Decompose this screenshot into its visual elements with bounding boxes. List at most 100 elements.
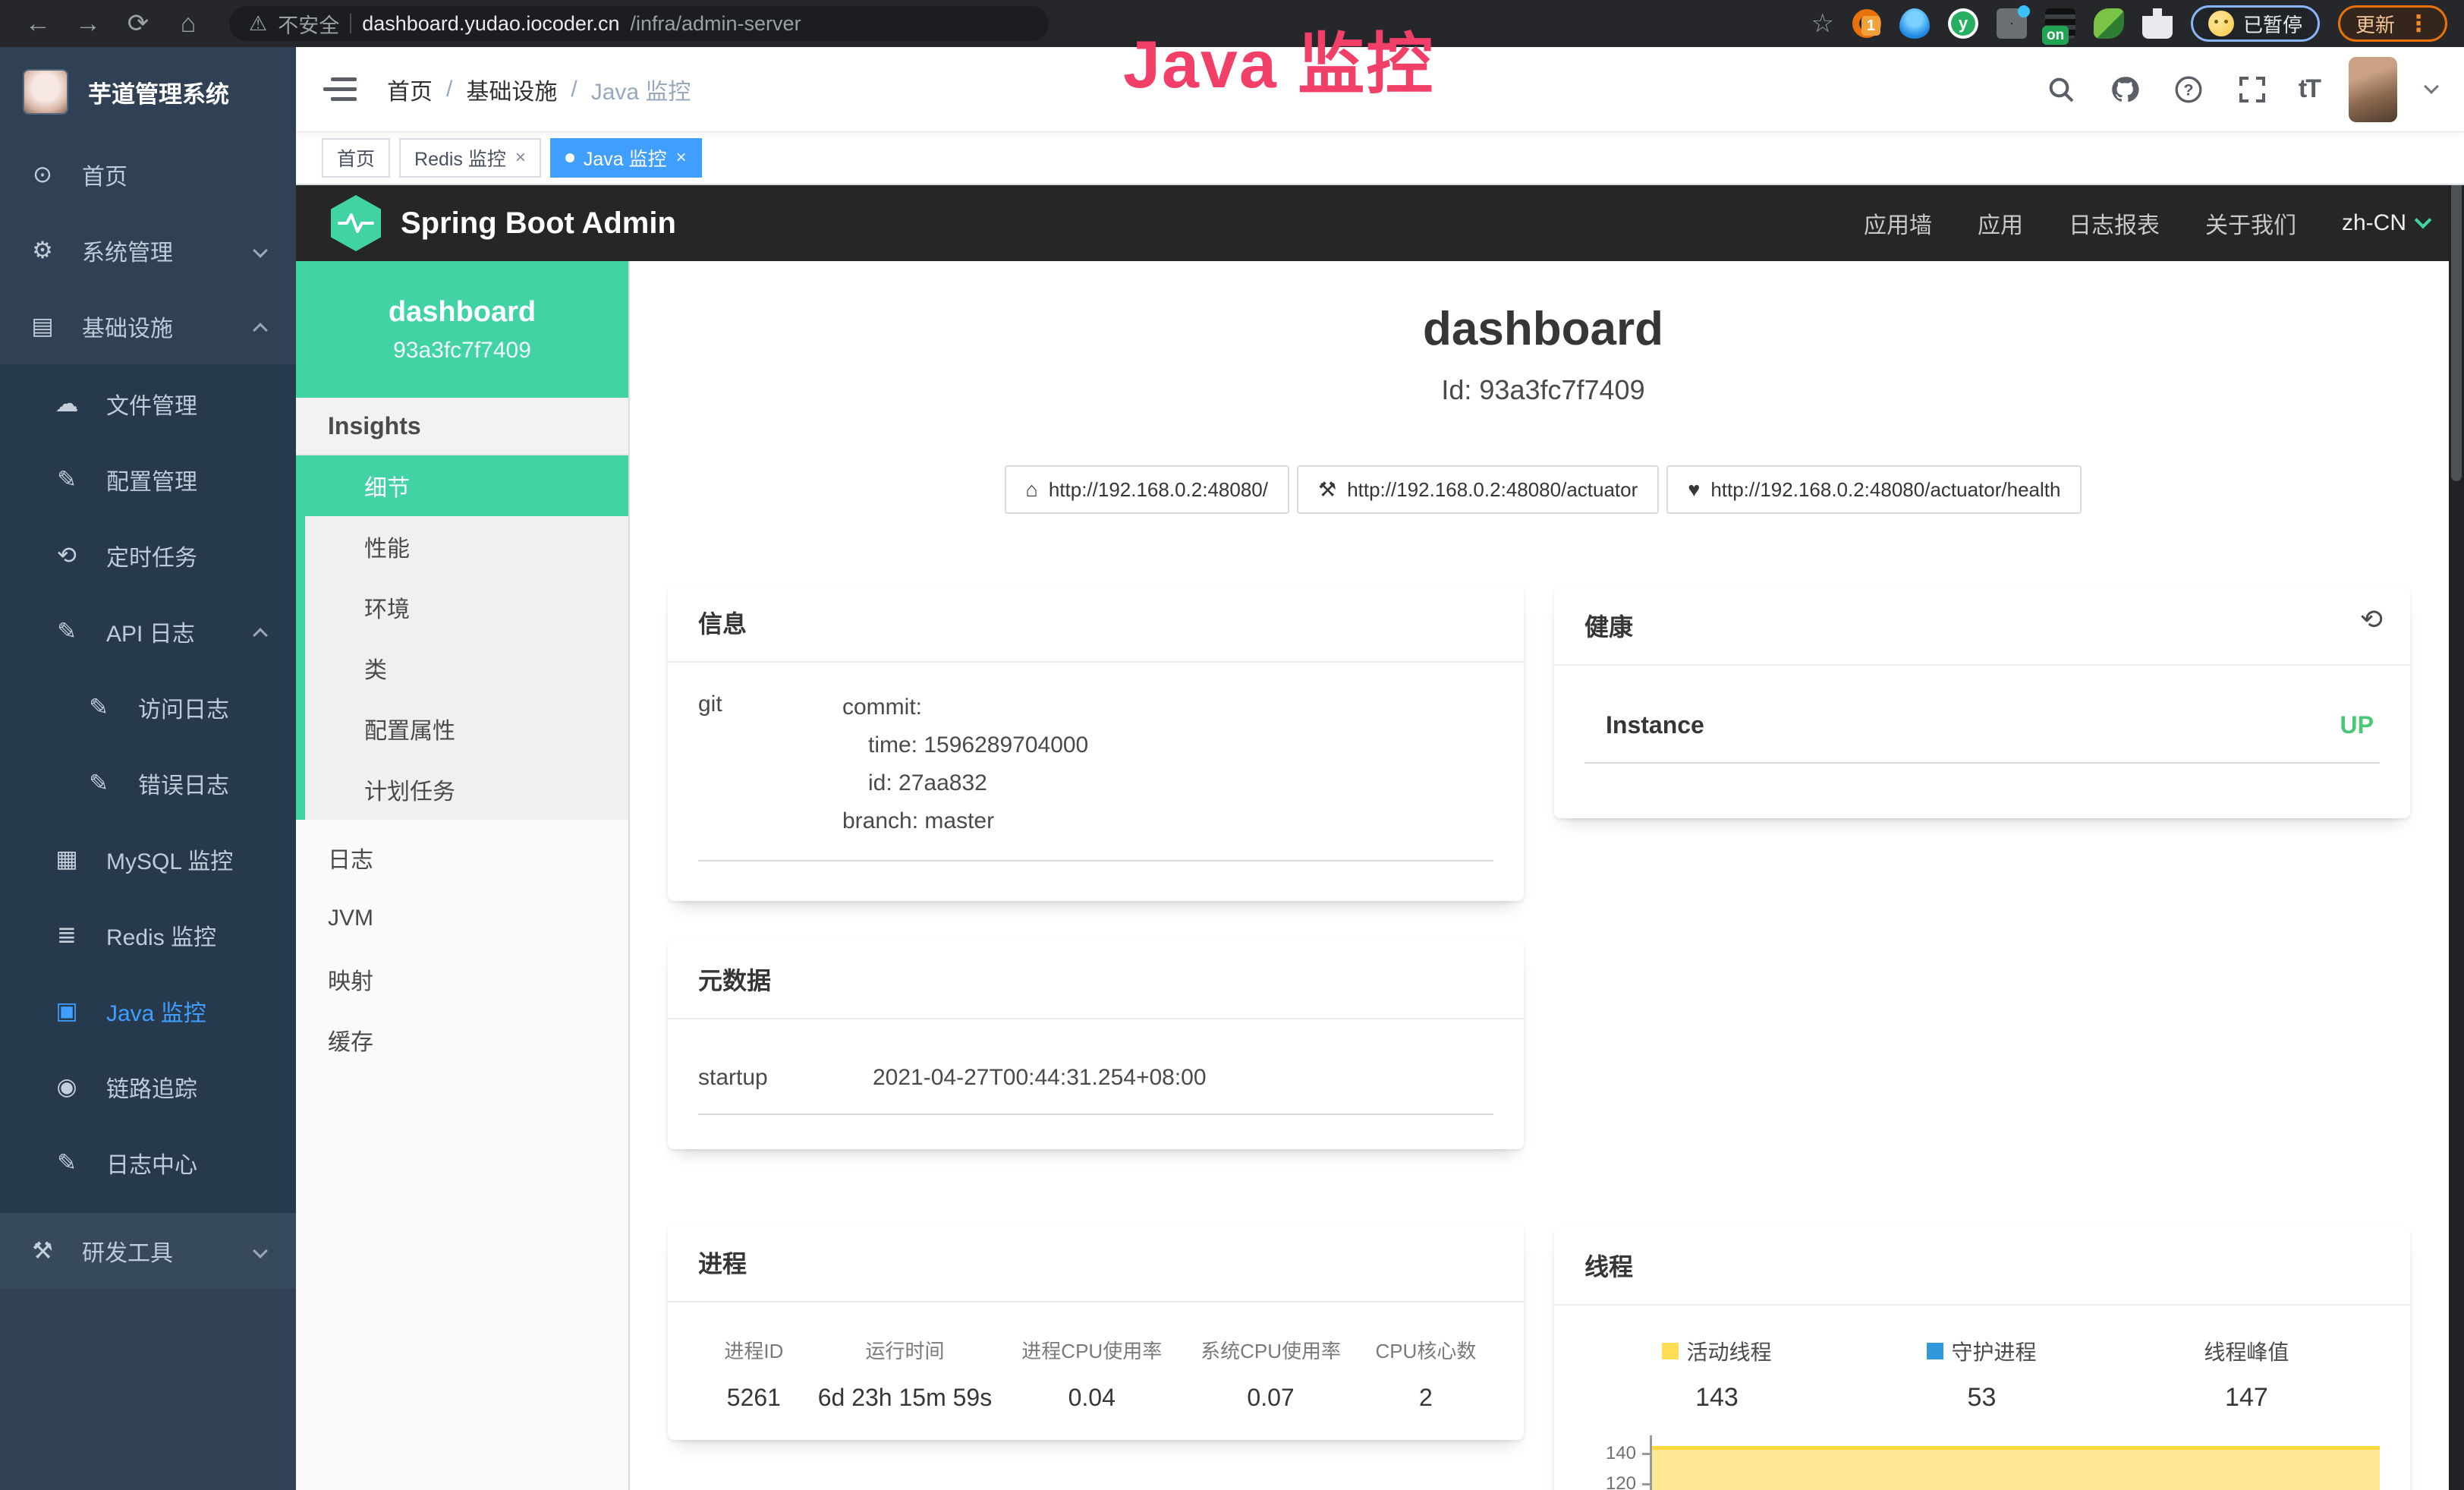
sba-menu-logfile[interactable]: 日志 [296, 827, 628, 888]
metadata-card-title: 元数据 [668, 940, 1524, 1019]
sba-menu-caches[interactable]: 缓存 [296, 1010, 628, 1070]
sba-content: dashboard Id: 93a3fc7f7409 ⌂ http://192.… [630, 261, 2464, 1490]
sidebar-item-java[interactable]: ▣ Java 监控 [0, 973, 296, 1049]
tag-java-monitor[interactable]: Java 监控 × [550, 138, 702, 178]
sidebar-item-system[interactable]: ⚙ 系统管理 [0, 213, 296, 288]
sidebar-item-error-log[interactable]: ✎ 错误日志 [0, 745, 296, 821]
sidebar-item-infra[interactable]: ▤ 基础设施 [0, 288, 296, 364]
browser-scrollbar[interactable] [2449, 47, 2464, 1490]
close-icon[interactable]: × [676, 147, 687, 169]
font-size-icon[interactable]: tT [2299, 74, 2320, 104]
divider [350, 14, 351, 33]
profile-paused-chip[interactable]: 已暂停 [2191, 5, 2320, 42]
extension-pin-icon[interactable] [1899, 8, 1930, 39]
sidebar-item-config[interactable]: ✎ 配置管理 [0, 442, 296, 518]
sidebar-item-files[interactable]: ☁ 文件管理 [0, 366, 296, 442]
sidebar-item-mysql[interactable]: ▦ MySQL 监控 [0, 821, 296, 897]
edit-square-icon: ✎ [82, 694, 115, 721]
extension-grid-icon[interactable] [1997, 8, 2027, 39]
tag-home[interactable]: 首页 [322, 138, 390, 178]
monitor-icon: ▤ [26, 313, 59, 340]
address-bar[interactable]: ⚠ 不安全 dashboard.yudao.iocoder.cn/infra/a… [229, 6, 1049, 41]
sba-menu-details[interactable]: 细节 [305, 455, 628, 516]
sba-nav-wallboard[interactable]: 应用墙 [1864, 206, 1932, 240]
avatar-caret-icon[interactable] [2424, 79, 2439, 94]
breadcrumb-infra[interactable]: 基础设施 [466, 73, 557, 106]
history-icon[interactable]: ⟲ [2360, 603, 2383, 635]
app-logo-row[interactable]: 芋道管理系统 [0, 47, 296, 137]
annotation-text: Java 监控 [1123, 11, 1434, 107]
sba-brand[interactable]: Spring Boot Admin [401, 206, 676, 241]
tag-redis-monitor[interactable]: Redis 监控 × [399, 138, 541, 178]
sidebar-item-log-center[interactable]: ✎ 日志中心 [0, 1125, 296, 1201]
sba-nav-journal[interactable]: 日志报表 [2069, 206, 2160, 240]
sba-menu-configprops[interactable]: 配置属性 [305, 698, 628, 759]
sidebar-item-dev-tools[interactable]: ⚒ 研发工具 [0, 1213, 296, 1289]
close-icon[interactable]: × [515, 147, 526, 169]
sba-sidebar: dashboard 93a3fc7f7409 Insights 细节 性能 环境… [296, 261, 630, 1490]
dashboard-icon: ⊙ [26, 161, 59, 188]
search-icon[interactable] [2044, 72, 2079, 107]
sidebar-item-api-log[interactable]: ✎ API 日志 [0, 594, 296, 669]
layers-icon: ≣ [50, 921, 83, 949]
user-avatar[interactable] [2349, 57, 2397, 122]
info-card-title: 信息 [668, 584, 1524, 663]
sba-nav-about[interactable]: 关于我们 [2205, 206, 2296, 240]
home-icon: ⌂ [1026, 478, 1038, 502]
sba-nav-applications[interactable]: 应用 [1978, 206, 2023, 240]
legend-blue-swatch [1927, 1343, 1943, 1359]
health-url-button[interactable]: ♥ http://192.168.0.2:48080/actuator/heal… [1666, 465, 2082, 514]
sba-menu-metrics[interactable]: 性能 [305, 516, 628, 577]
back-icon[interactable]: ← [17, 9, 59, 39]
extension-colorzilla-icon[interactable]: 1 [1852, 9, 1881, 38]
service-url-button[interactable]: ⌂ http://192.168.0.2:48080/ [1005, 465, 1289, 514]
actuator-url-button[interactable]: ⚒ http://192.168.0.2:48080/actuator [1297, 465, 1659, 514]
browser-update-button[interactable]: 更新 ⋮ [2338, 5, 2447, 42]
sba-logo-icon[interactable] [331, 195, 381, 251]
chevron-down-icon [2415, 212, 2432, 229]
threads-card: 线程 活动线程 143 守护进程 [1554, 1227, 2410, 1490]
schedule-icon: ⟲ [50, 542, 83, 569]
threads-legend: 活动线程 143 守护进程 53 [1584, 1331, 2380, 1413]
bookmark-star-icon[interactable]: ☆ [1811, 8, 1833, 39]
sba-instance-header[interactable]: dashboard 93a3fc7f7409 [296, 261, 628, 398]
reload-icon[interactable]: ⟳ [117, 8, 159, 39]
sidebar-item-home[interactable]: ⊙ 首页 [0, 137, 296, 213]
process-card-title: 进程 [668, 1224, 1524, 1303]
sidebar-item-tracing[interactable]: ◉ 链路追踪 [0, 1049, 296, 1125]
sidebar-item-jobs[interactable]: ⟲ 定时任务 [0, 518, 296, 594]
security-label[interactable]: 不安全 [278, 9, 339, 39]
sidebar-item-access-log[interactable]: ✎ 访问日志 [0, 669, 296, 745]
heartbeat-icon: ♥ [1688, 478, 1700, 502]
cloud-upload-icon: ☁ [50, 390, 83, 417]
home-icon[interactable]: ⌂ [167, 9, 209, 39]
sba-menu-scheduled-tasks[interactable]: 计划任务 [305, 759, 628, 820]
edit-icon: ✎ [50, 466, 83, 493]
app-title: 芋道管理系统 [88, 75, 229, 109]
github-icon[interactable] [2107, 72, 2142, 107]
forward-icon[interactable]: → [67, 9, 109, 39]
sba-menu-insights[interactable]: Insights [296, 398, 628, 455]
kebab-menu-icon[interactable]: ⋮ [2407, 11, 2430, 37]
gear-icon: ⚙ [26, 237, 59, 264]
breadcrumb-home[interactable]: 首页 [387, 73, 433, 106]
app-logo [23, 69, 68, 115]
active-dot [565, 153, 574, 162]
sba-menu-classes[interactable]: 类 [305, 638, 628, 698]
breadcrumb: 首页 / 基础设施 / Java 监控 [387, 73, 691, 106]
health-card: 健康 ⟲ Instance UP [1554, 587, 2410, 818]
extensions-puzzle-icon[interactable] [2142, 8, 2173, 39]
hamburger-icon[interactable] [323, 76, 357, 103]
extension-on-icon[interactable]: on [2045, 8, 2075, 39]
help-icon[interactable]: ? [2171, 72, 2206, 107]
threads-card-title: 线程 [1554, 1227, 2410, 1306]
page-title: dashboard [668, 302, 2418, 356]
sba-language-select[interactable]: zh-CN [2342, 210, 2429, 236]
extension-green-y-icon[interactable]: y [1948, 8, 1978, 39]
sidebar-item-redis[interactable]: ≣ Redis 监控 [0, 897, 296, 973]
fullscreen-icon[interactable] [2235, 72, 2270, 107]
sba-menu-mappings[interactable]: 映射 [296, 949, 628, 1010]
sba-menu-environment[interactable]: 环境 [305, 577, 628, 638]
sba-menu-jvm[interactable]: JVM [296, 888, 628, 949]
extension-leaf-icon[interactable] [2094, 8, 2124, 39]
